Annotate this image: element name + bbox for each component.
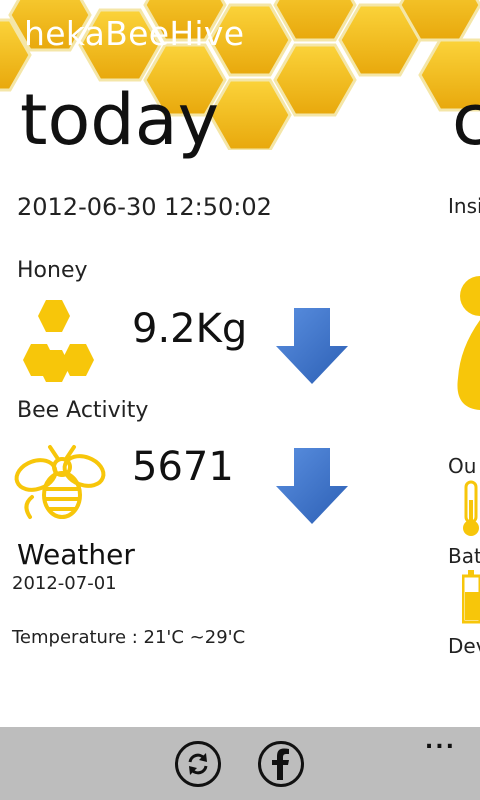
refresh-button[interactable]	[175, 741, 221, 787]
panorama-title-next-peek[interactable]: c	[452, 80, 480, 160]
honeycomb-icon	[23, 300, 94, 382]
app-bar: ...	[0, 727, 480, 800]
facebook-icon	[272, 748, 289, 780]
bee-icon	[14, 445, 106, 519]
arrow-down-icon	[276, 448, 348, 524]
weather-temperature: Temperature : 21'C ~29'C	[12, 627, 246, 648]
bee-activity-value: 5671	[132, 444, 234, 490]
panorama-title-today[interactable]: today	[20, 80, 219, 160]
honey-weight-value: 9.2Kg	[132, 306, 248, 352]
weather-title: Weather	[17, 538, 135, 571]
next-panel-label-outside: Ou	[448, 454, 477, 478]
app-title: hekaBeeHive	[24, 14, 245, 53]
next-panel-label-inside: Insi	[448, 194, 480, 218]
reading-timestamp: 2012-06-30 12:50:02	[17, 193, 272, 221]
battery-icon	[462, 570, 480, 624]
hive-icon-partial	[457, 276, 480, 410]
weather-date: 2012-07-01	[12, 573, 117, 594]
facebook-button[interactable]	[258, 741, 304, 787]
more-options-button[interactable]: ...	[425, 729, 456, 754]
refresh-icon	[188, 753, 208, 775]
honey-label: Honey	[17, 258, 88, 283]
next-panel-label-device: Dev	[448, 634, 480, 658]
arrow-down-icon	[276, 308, 348, 384]
bee-activity-label: Bee Activity	[17, 398, 149, 423]
next-panel-label-battery: Bat	[448, 544, 480, 568]
thermometer-icon	[463, 480, 479, 536]
